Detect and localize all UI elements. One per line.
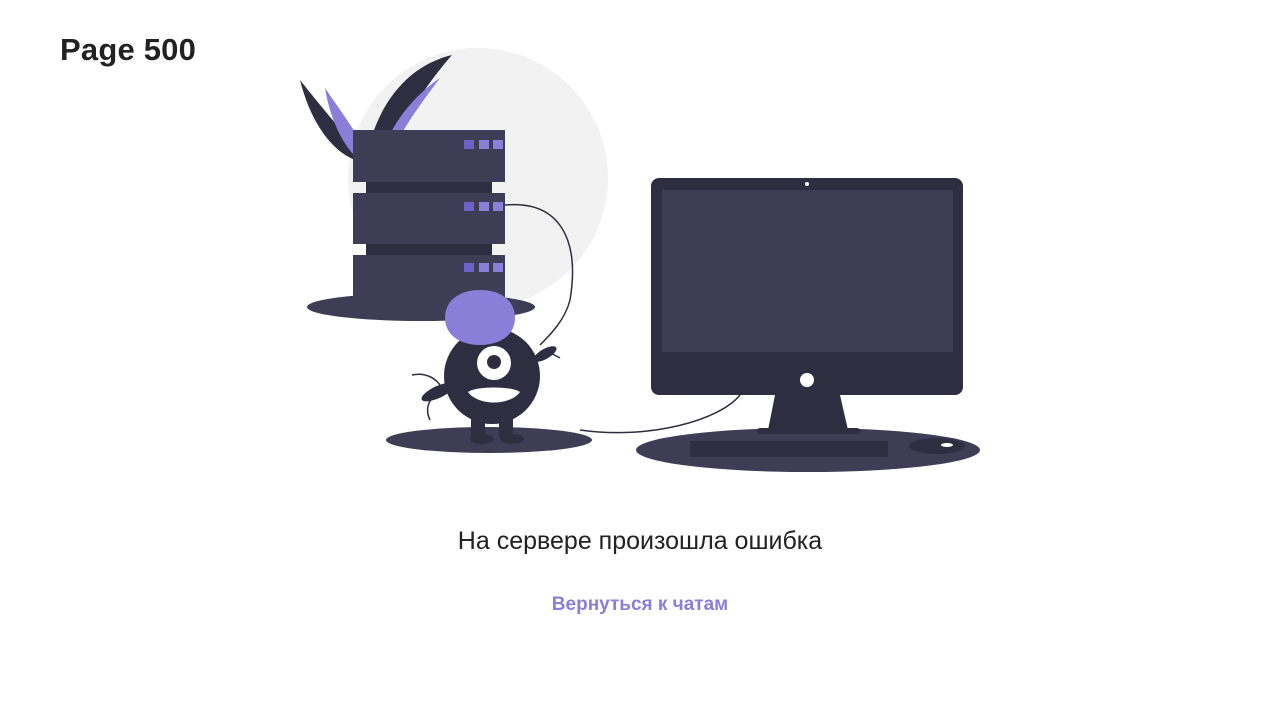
server-icon	[353, 130, 505, 306]
page-title: Page 500	[60, 32, 197, 67]
back-to-chats-link[interactable]: Вернуться к чатам	[0, 594, 1280, 616]
mouse-icon	[909, 438, 965, 454]
monitor-icon	[651, 178, 963, 434]
server-error-illustration	[300, 48, 980, 472]
monitor-cable	[579, 394, 741, 434]
error-page: Page 500 На сервере произошла ошибка Вер…	[0, 0, 1280, 720]
error-message: На сервере произошла ошибка	[457, 527, 823, 555]
keyboard-icon	[690, 441, 888, 457]
